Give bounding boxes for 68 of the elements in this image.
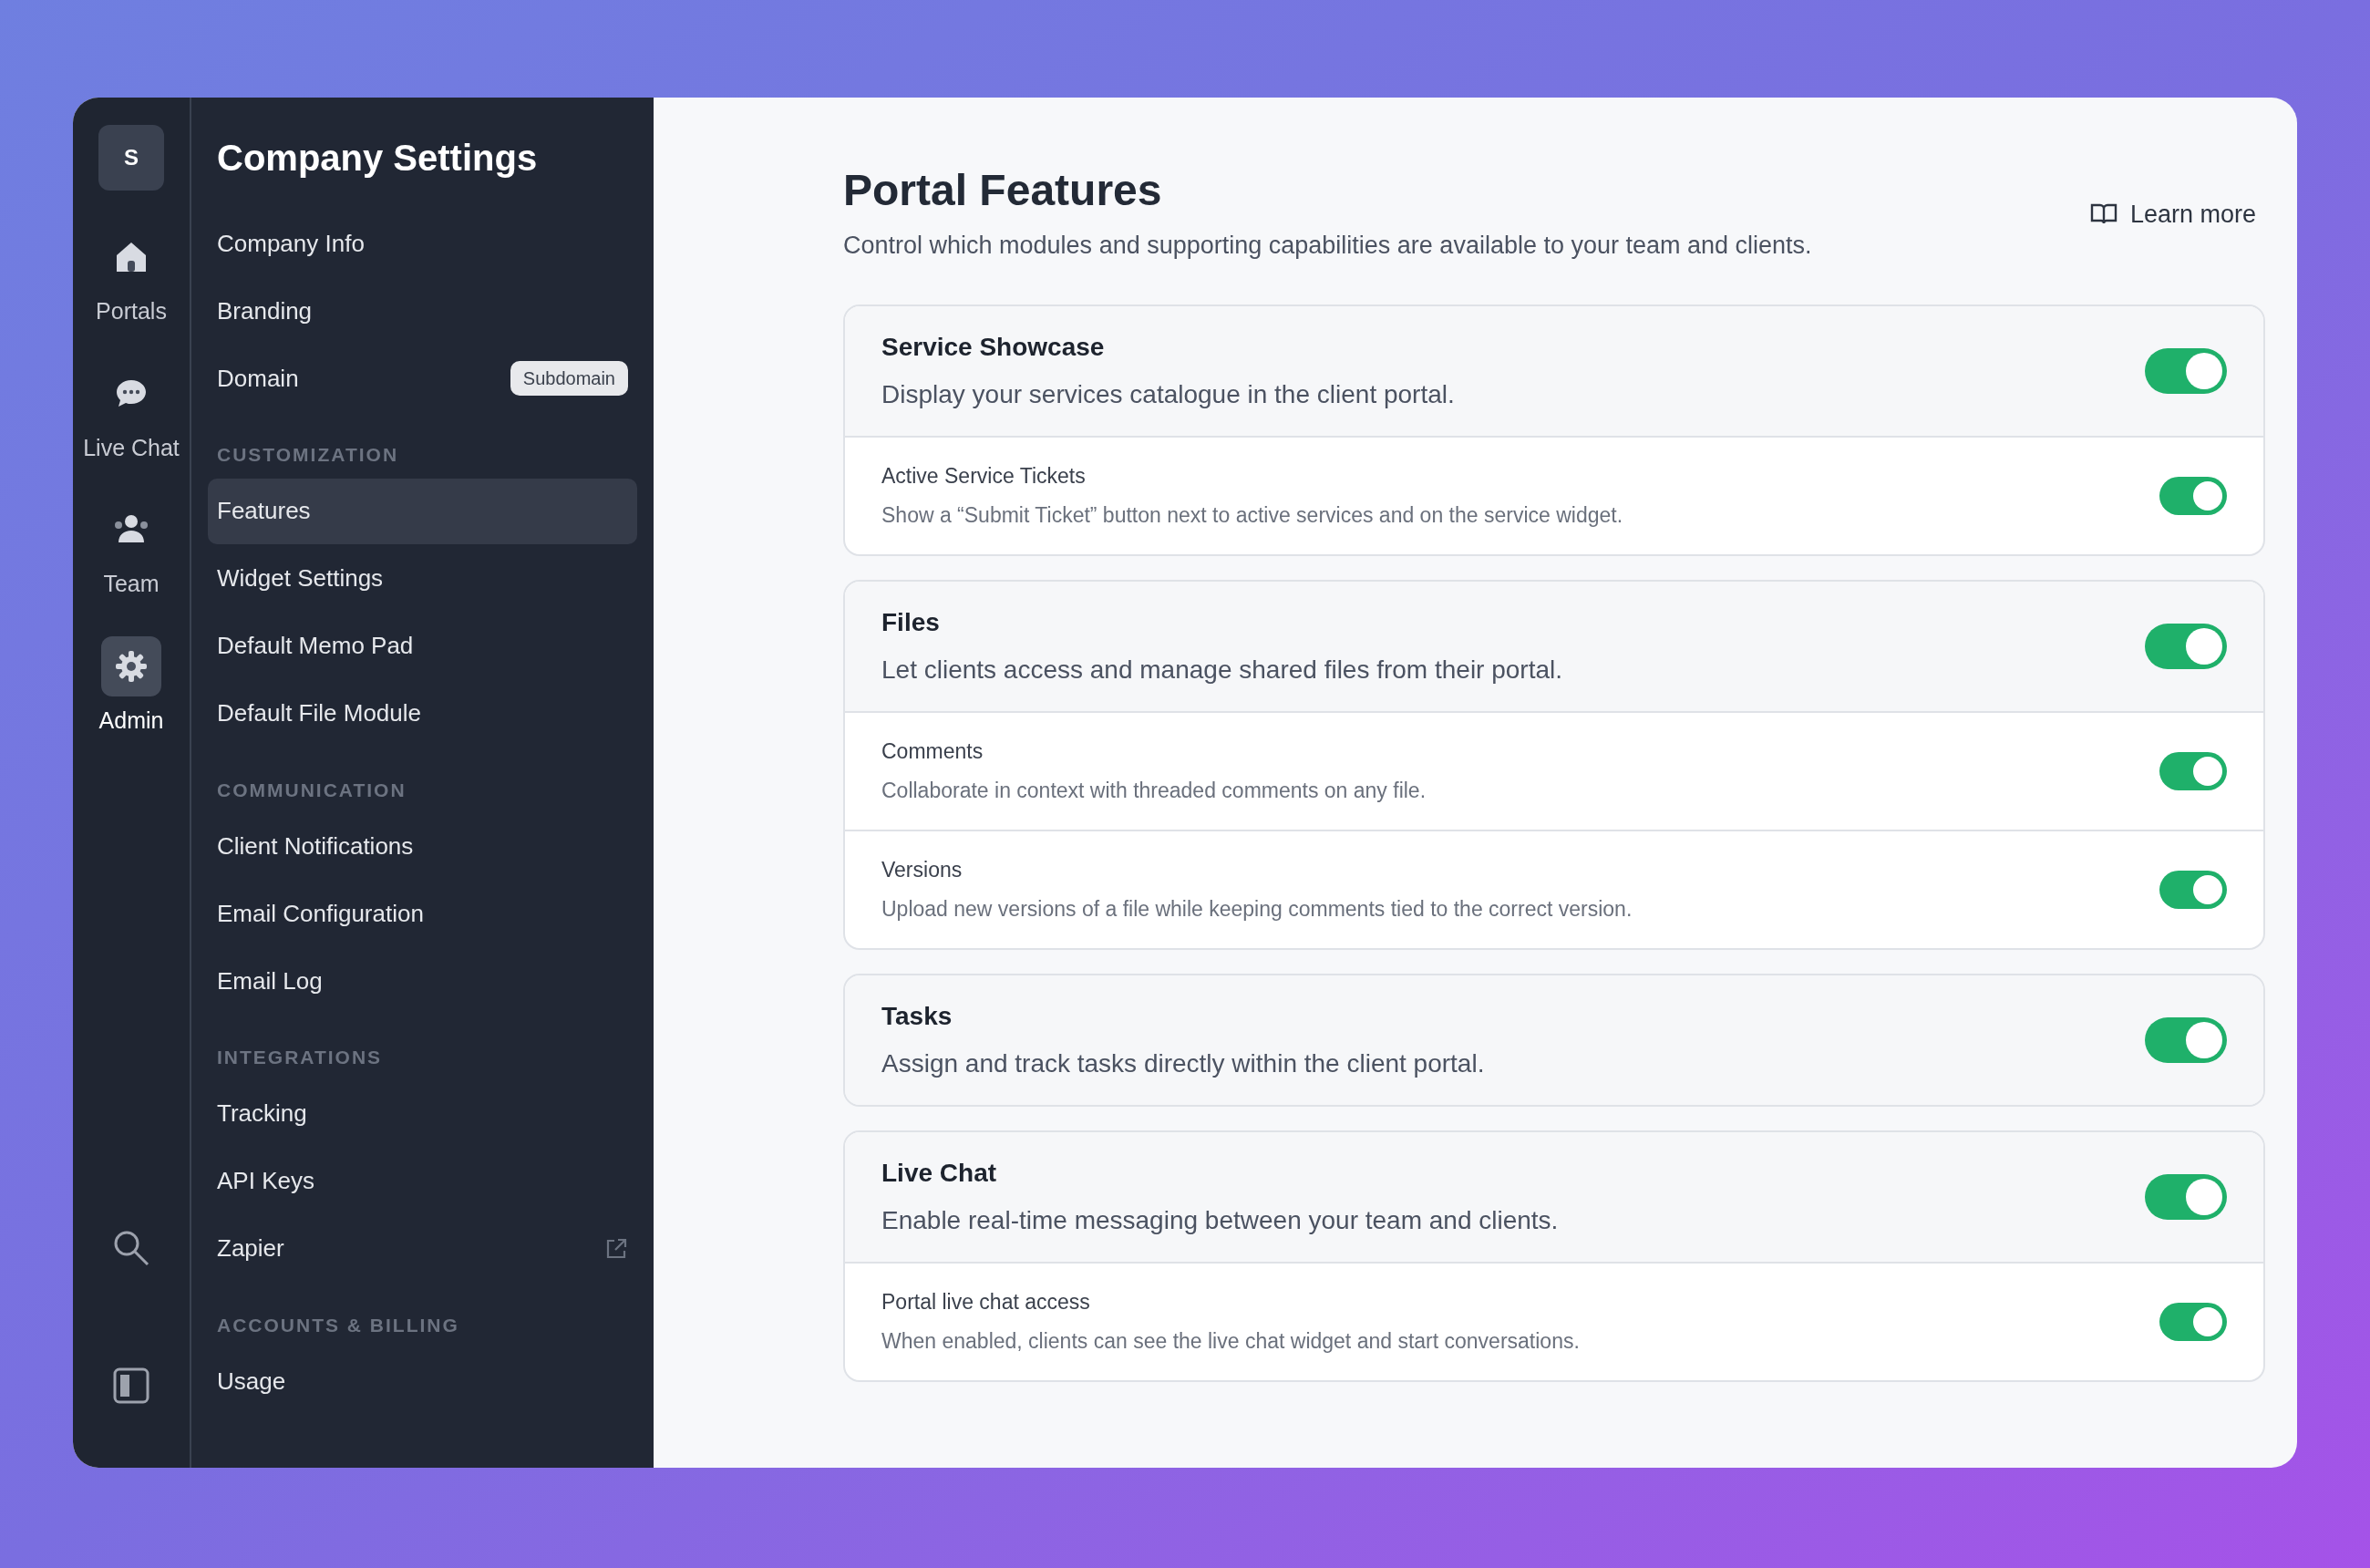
option-description: Collaborate in context with threaded comments on any file.: [881, 777, 1427, 804]
option-title: Comments: [881, 738, 984, 765]
search-icon[interactable]: [112, 1229, 150, 1267]
sidebar-item[interactable]: Company Info: [208, 211, 637, 276]
option-title: Portal live chat access: [881, 1289, 1091, 1315]
section-heading: COMMUNICATION: [216, 778, 407, 802]
sidebar-item[interactable]: Features: [208, 478, 637, 544]
sidebar-item[interactable]: Default File Module: [208, 680, 637, 747]
sidebar-item[interactable]: API Keys: [208, 1148, 637, 1214]
toggle-switch[interactable]: [2145, 1173, 2227, 1220]
item-label: Features: [217, 496, 311, 526]
sidebar-item[interactable]: Widget Settings: [208, 545, 637, 612]
rail-nav-button[interactable]: Team: [77, 500, 186, 602]
toggle-switch[interactable]: [2159, 751, 2227, 790]
page-subtitle: Control which modules and supporting capabilities are available to your team and clients.: [843, 231, 1812, 261]
item-label: Domain: [217, 363, 299, 394]
option-title: Versions: [881, 857, 963, 883]
item-label: Zapier: [217, 1233, 284, 1264]
rail-nav-button[interactable]: Live Chat: [77, 363, 186, 465]
sidebar-item[interactable]: Domain Subdomain: [208, 346, 637, 411]
toggle-switch[interactable]: [2159, 476, 2227, 515]
workspace-avatar[interactable]: S: [98, 125, 164, 191]
section-heading: ACCOUNTS & BILLING: [216, 1313, 460, 1337]
sidebar-item[interactable]: Usage: [208, 1348, 637, 1414]
toggle-switch[interactable]: [2145, 347, 2227, 394]
toggle-switch[interactable]: [2159, 1302, 2227, 1341]
sidebar-item[interactable]: Client Notifications: [208, 813, 637, 879]
toggle-switch[interactable]: [2145, 623, 2227, 669]
sidebar-item[interactable]: Branding: [208, 278, 637, 344]
sidebar-toggle-icon[interactable]: [113, 1367, 149, 1404]
sidebar-item[interactable]: Zapier: [208, 1215, 637, 1282]
rail-nav-button[interactable]: Portals: [77, 227, 186, 329]
option-description: Upload new versions of a file while keeping comments tied to the correct version.: [881, 895, 1633, 923]
item-label: Tracking: [217, 1099, 307, 1129]
subdomain-badge: Subdomain: [510, 361, 628, 396]
toggle-switch[interactable]: [2145, 1016, 2227, 1063]
item-label: Widget Settings: [217, 563, 384, 593]
option-description: Show a “Submit Ticket” button next to active services and on the service widget.: [881, 501, 1623, 529]
item-label: Company Info: [217, 228, 365, 259]
sidebar-item[interactable]: Tracking: [208, 1080, 637, 1147]
item-label: Branding: [217, 295, 313, 326]
sidebar-item[interactable]: Email Configuration: [208, 881, 637, 946]
item-label: Default Memo Pad: [217, 631, 414, 661]
item-label: Email Configuration: [217, 898, 424, 929]
page-title: Portal Features: [843, 165, 1163, 216]
item-label: Usage: [217, 1366, 286, 1397]
sidebar-item[interactable]: Email Log: [208, 948, 637, 1014]
feature-title: Files: [881, 606, 941, 638]
option-description: When enabled, clients can see the live chat widget and start conversations.: [881, 1327, 1580, 1355]
item-label: Client Notifications: [217, 830, 414, 861]
section-heading: CUSTOMIZATION: [216, 443, 400, 467]
sidebar-item[interactable]: Default Memo Pad: [208, 613, 637, 679]
item-label: Email Log: [217, 965, 323, 996]
item-label: API Keys: [217, 1166, 314, 1196]
feature-description: Display your services catalogue in the client portal.: [881, 378, 1455, 410]
section-heading: INTEGRATIONS: [216, 1046, 384, 1069]
rail-nav-button[interactable]: Admin: [77, 635, 186, 738]
learn-more-link[interactable]: Learn more: [2089, 196, 2256, 233]
sidebar-title: Company Settings: [216, 137, 539, 180]
toggle-switch[interactable]: [2159, 870, 2227, 909]
item-label: Default File Module: [217, 698, 421, 728]
feature-title: Tasks: [881, 1000, 953, 1032]
feature-title: Service Showcase: [881, 331, 1106, 363]
feature-description: Let clients access and manage shared files from their portal.: [881, 654, 1563, 686]
feature-description: Enable real-time messaging between your team and clients.: [881, 1204, 1559, 1236]
feature-title: Live Chat: [881, 1157, 998, 1189]
option-title: Active Service Tickets: [881, 463, 1087, 490]
feature-description: Assign and track tasks directly within the client portal.: [881, 1047, 1485, 1079]
